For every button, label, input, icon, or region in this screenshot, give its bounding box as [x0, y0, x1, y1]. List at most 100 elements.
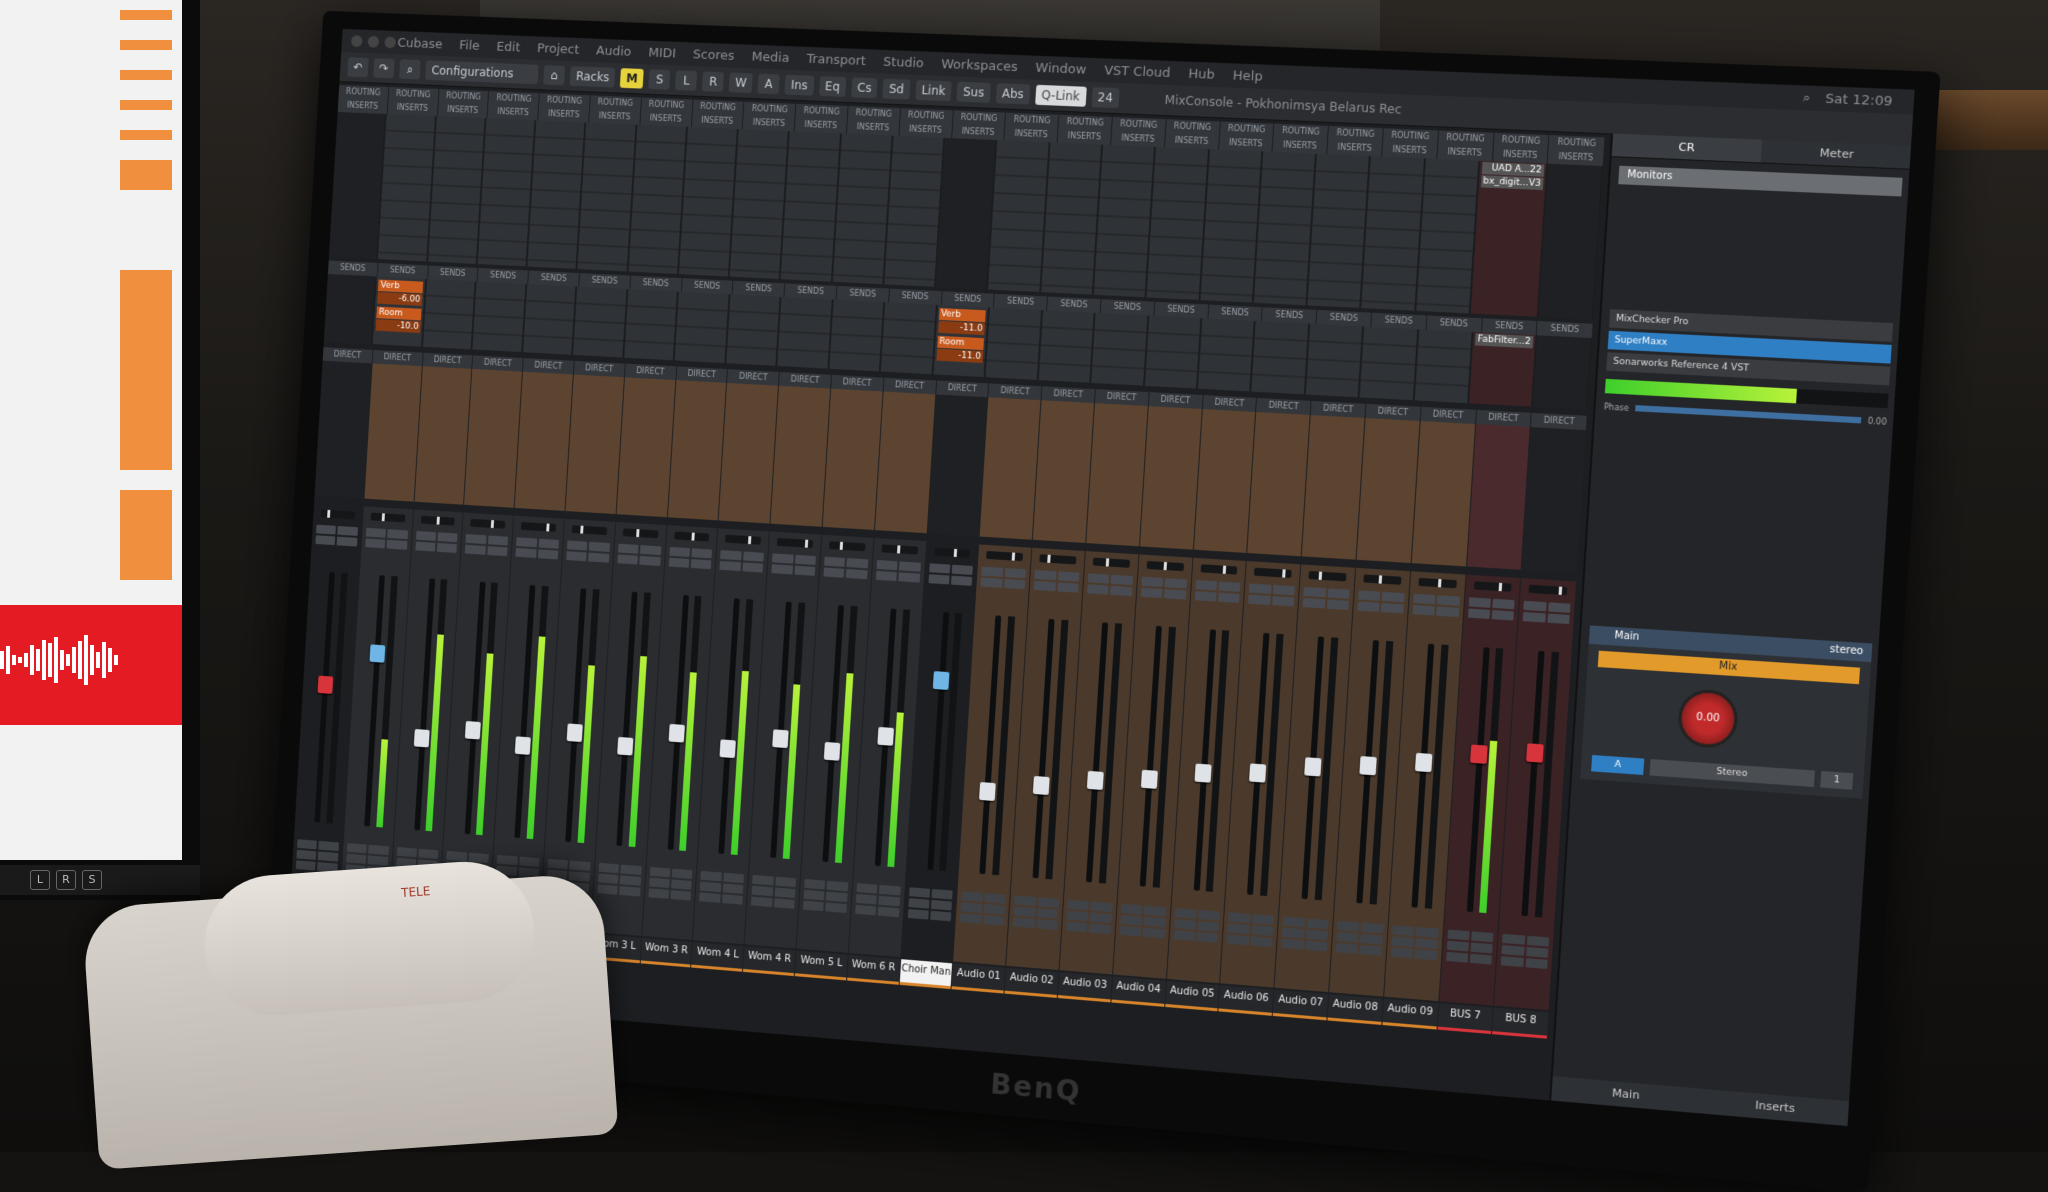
- send-slot-column[interactable]: [674, 291, 730, 364]
- mute-solo-buttons[interactable]: [1033, 569, 1080, 593]
- fader-handle[interactable]: [369, 644, 386, 663]
- direct-slot[interactable]: [718, 382, 779, 524]
- insert-slot-column[interactable]: [729, 129, 790, 280]
- direct-slot[interactable]: [874, 391, 935, 534]
- pan-control[interactable]: [933, 547, 971, 558]
- insert-slot-column[interactable]: [477, 118, 536, 267]
- fader-handle[interactable]: [979, 782, 997, 802]
- insert-slot-column[interactable]: [378, 114, 436, 262]
- pan-control[interactable]: [986, 550, 1024, 562]
- pan-control[interactable]: [320, 509, 356, 520]
- direct-slot[interactable]: [514, 371, 573, 511]
- strip-buttons[interactable]: [1173, 908, 1220, 943]
- direct-slot[interactable]: [364, 363, 422, 502]
- fader-handle[interactable]: [1470, 744, 1489, 764]
- strip-buttons[interactable]: [1012, 895, 1059, 930]
- link-button[interactable]: Link: [914, 79, 953, 102]
- mute-solo-buttons[interactable]: [365, 527, 408, 550]
- pan-control[interactable]: [370, 512, 405, 523]
- mute-solo-buttons[interactable]: [1194, 580, 1241, 604]
- eq-bypass-button[interactable]: Eq: [818, 76, 847, 97]
- channel-name[interactable]: Wom 3 R: [640, 937, 693, 968]
- a-button[interactable]: A: [757, 73, 780, 95]
- direct-slot[interactable]: [822, 388, 883, 530]
- menu-workspaces[interactable]: Workspaces: [941, 57, 1018, 75]
- send-slot-column[interactable]: FabFilter...2: [1469, 332, 1537, 407]
- insert-slot-column[interactable]: [628, 124, 687, 275]
- mute-solo-buttons[interactable]: [1467, 597, 1515, 621]
- sends-bypass-button[interactable]: Sd: [882, 78, 911, 100]
- configurations-dropdown[interactable]: Configurations: [425, 60, 539, 85]
- strip-buttons[interactable]: [802, 879, 849, 913]
- tab-inserts[interactable]: Inserts: [1699, 1088, 1852, 1127]
- pan-control[interactable]: [725, 534, 762, 545]
- strip-buttons[interactable]: [699, 870, 745, 905]
- send-name[interactable]: Verb: [378, 279, 424, 294]
- direct-slot[interactable]: [414, 366, 472, 505]
- fader-handle[interactable]: [414, 728, 431, 748]
- pan-control[interactable]: [521, 521, 557, 532]
- channel-name[interactable]: BUS 8: [1492, 1007, 1549, 1039]
- fader-handle[interactable]: [1194, 763, 1213, 784]
- mute-solo-buttons[interactable]: [1522, 600, 1571, 625]
- direct-slot[interactable]: [616, 377, 675, 518]
- mute-solo-buttons[interactable]: [980, 566, 1027, 590]
- strip-buttons[interactable]: [1335, 920, 1384, 956]
- strip-buttons[interactable]: [751, 874, 797, 909]
- mute-button[interactable]: M: [620, 68, 645, 89]
- fader-handle[interactable]: [566, 723, 583, 743]
- racks-dropdown[interactable]: Racks: [569, 66, 616, 88]
- channel-name[interactable]: Choir Man: [899, 959, 953, 990]
- insert-slot-column[interactable]: [936, 137, 997, 290]
- left-toolbar-button[interactable]: S: [82, 870, 102, 890]
- send-slot-column[interactable]: [523, 284, 577, 355]
- direct-slot[interactable]: [667, 380, 727, 521]
- menu-transport[interactable]: Transport: [806, 51, 866, 68]
- solo-button[interactable]: S: [648, 69, 671, 90]
- direct-slot[interactable]: [314, 360, 372, 499]
- send-level[interactable]: -11.0: [937, 320, 986, 336]
- fader-handle[interactable]: [823, 742, 841, 761]
- pan-control[interactable]: [1473, 581, 1512, 592]
- tab-cr[interactable]: CR: [1611, 133, 1763, 163]
- insert-slot-column[interactable]: [884, 135, 945, 287]
- mute-solo-buttons[interactable]: [1357, 590, 1405, 614]
- menu-help[interactable]: Help: [1232, 68, 1263, 84]
- direct-slot[interactable]: [770, 385, 831, 527]
- send-slot-column[interactable]: [422, 278, 477, 350]
- search-icon[interactable]: ⌕: [399, 59, 421, 80]
- fader-handle[interactable]: [772, 728, 789, 748]
- channel-name[interactable]: Wom 4 L: [691, 942, 744, 972]
- direct-slot[interactable]: [565, 374, 624, 515]
- channel-name[interactable]: Wom 6 R: [846, 954, 900, 985]
- insert-slot-column[interactable]: UAD A...22 bx_digit...V3: [1470, 160, 1548, 317]
- menu-media[interactable]: Media: [751, 49, 790, 65]
- direct-slot[interactable]: [1247, 412, 1310, 557]
- tab-main[interactable]: Main: [1551, 1076, 1701, 1114]
- strip-buttons[interactable]: [907, 887, 954, 922]
- direct-slot[interactable]: [464, 368, 523, 508]
- send-slot-column[interactable]: [472, 281, 527, 353]
- strip-buttons[interactable]: [959, 891, 1006, 926]
- direct-slot[interactable]: [1356, 418, 1420, 564]
- mute-solo-buttons[interactable]: [465, 534, 509, 557]
- send-level[interactable]: -6.00: [377, 292, 423, 306]
- channel-name[interactable]: Audio 04: [1111, 976, 1166, 1007]
- channel-name[interactable]: BUS 7: [1437, 1003, 1494, 1035]
- channel-name[interactable]: Audio 05: [1164, 980, 1220, 1012]
- menu-studio[interactable]: Studio: [883, 54, 924, 70]
- send-slot-column[interactable]: Verb -11.0 Room -11.0: [933, 304, 989, 378]
- insert-slot-column[interactable]: [1146, 146, 1209, 300]
- send-slot-column[interactable]: [881, 302, 937, 375]
- direct-slot[interactable]: [1139, 406, 1202, 550]
- send-slot-column[interactable]: [1197, 318, 1256, 392]
- send-name[interactable]: Room: [936, 335, 985, 351]
- mute-solo-buttons[interactable]: [617, 543, 661, 566]
- write-button[interactable]: W: [728, 72, 753, 94]
- pan-control[interactable]: [1146, 560, 1184, 572]
- send-slot-column[interactable]: [1251, 321, 1310, 395]
- strip-buttons[interactable]: [1227, 912, 1275, 948]
- listen-button[interactable]: L: [675, 70, 698, 91]
- fader-handle[interactable]: [876, 726, 894, 746]
- channel-name[interactable]: Audio 07: [1272, 989, 1328, 1021]
